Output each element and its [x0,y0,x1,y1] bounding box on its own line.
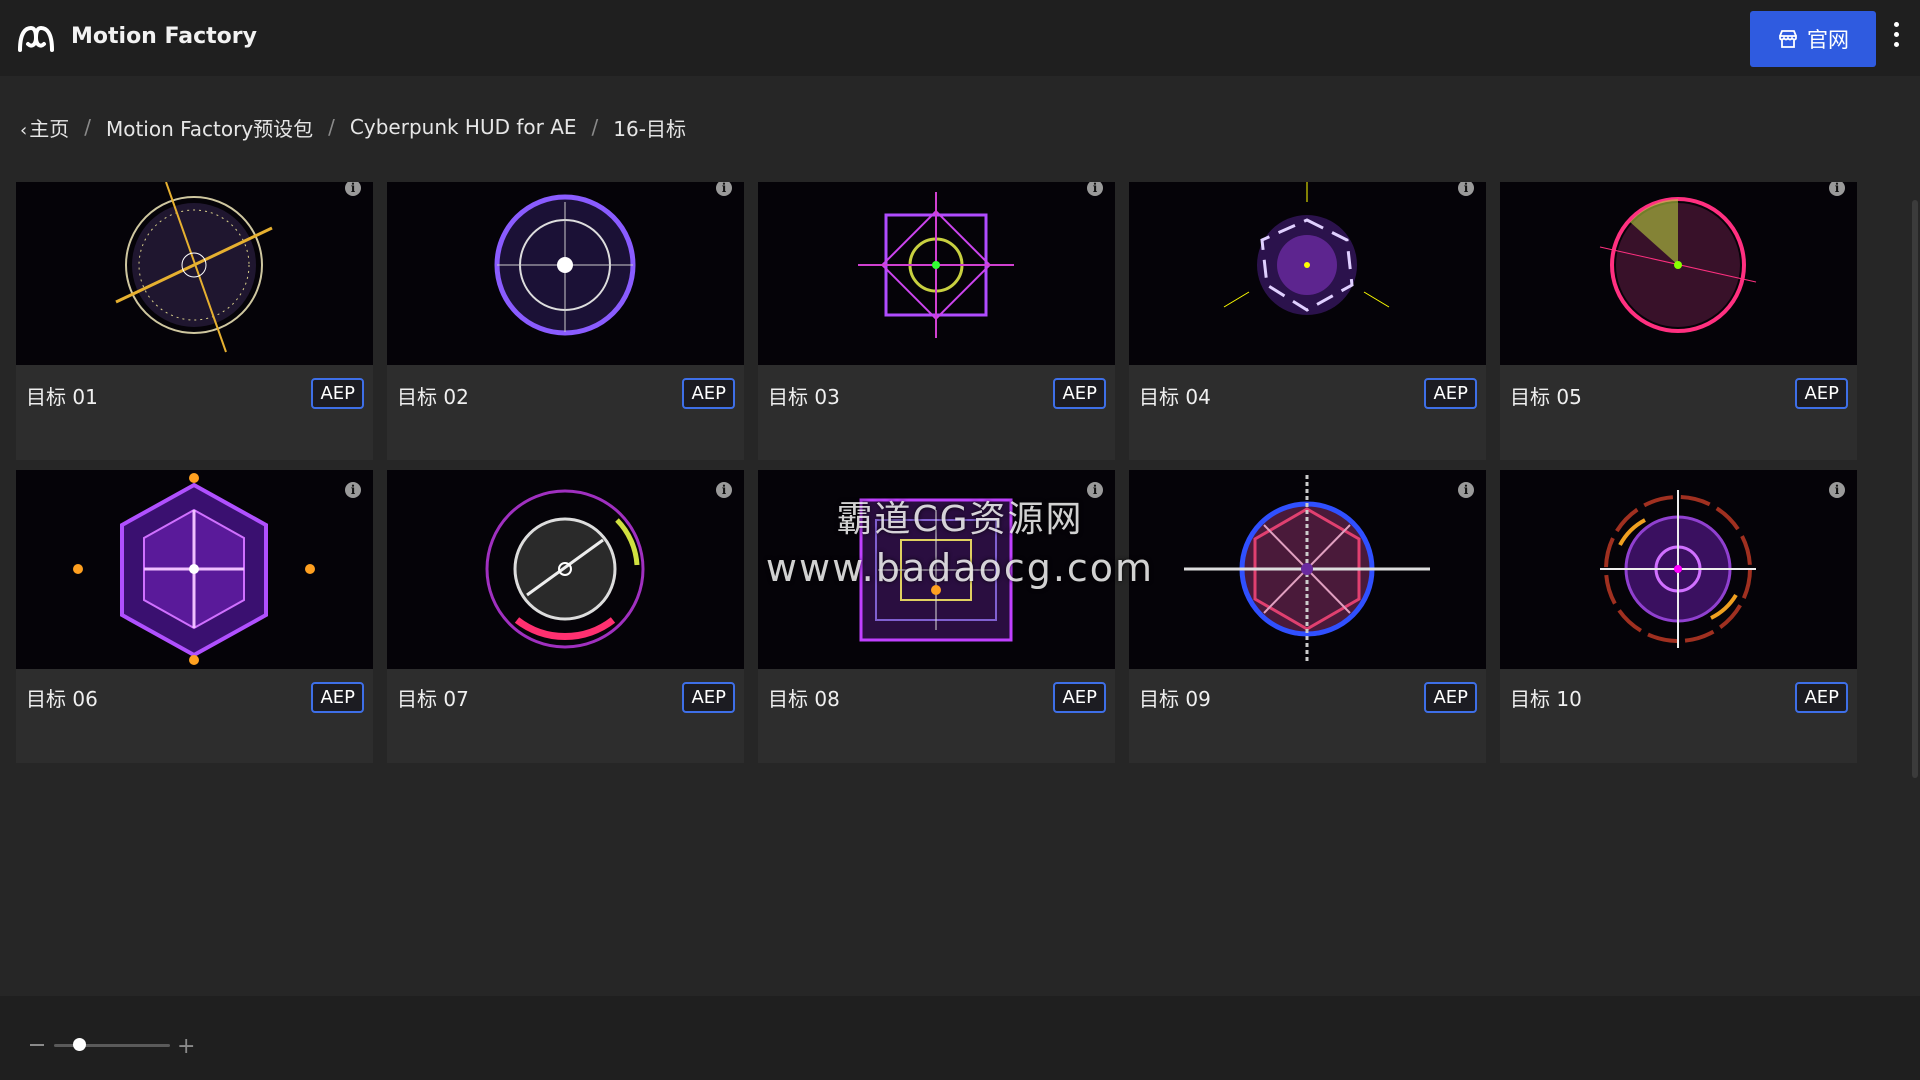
format-badge: AEP [682,378,735,409]
asset-title: 目标 09 [1139,687,1211,711]
breadcrumb: ‹ 主页 / Motion Factory预设包 / Cyberpunk HUD … [20,111,686,143]
asset-card[interactable]: i 目标 10 AEP [1500,470,1857,763]
asset-title: 目标 01 [26,385,98,409]
info-icon[interactable]: i [345,482,361,498]
breadcrumb-preset-pack[interactable]: Motion Factory预设包 [106,113,313,142]
motion-factory-logo[interactable] [16,20,56,56]
format-badge: AEP [682,682,735,713]
chevron-left-icon: ‹ [20,119,28,141]
official-site-button[interactable]: 官网 [1750,11,1876,67]
top-bar: Motion Factory 官网 [0,0,1920,76]
breadcrumb-home[interactable]: ‹ 主页 [20,113,69,142]
info-icon[interactable]: i [716,482,732,498]
bottom-bar: + [0,996,1920,1080]
breadcrumb-separator: / [591,115,599,139]
zoom-in-icon[interactable]: + [177,1034,195,1059]
asset-title: 目标 08 [768,687,840,711]
asset-thumbnail: i [1129,470,1486,669]
breadcrumb-separator: / [84,115,91,139]
asset-card[interactable]: i 目标 02 AEP [387,182,744,460]
info-icon[interactable]: i [1458,482,1474,498]
format-badge: AEP [1424,378,1477,409]
asset-title: 目标 06 [26,687,98,711]
store-icon [1779,30,1797,48]
asset-thumbnail: i [16,470,373,669]
asset-card[interactable]: i 目标 08 AEP [758,470,1115,763]
asset-thumbnail: i [1500,182,1857,365]
asset-title: 目标 03 [768,385,840,409]
asset-thumbnail: i [16,182,373,365]
asset-title: 目标 05 [1510,385,1582,409]
format-badge: AEP [1053,378,1106,409]
asset-title: 目标 04 [1139,385,1211,409]
asset-title: 目标 10 [1510,687,1582,711]
asset-title: 目标 02 [397,385,469,409]
asset-title: 目标 07 [397,687,469,711]
asset-thumbnail: i [387,470,744,669]
breadcrumb-separator: / [328,115,335,139]
asset-thumbnail: i [387,182,744,365]
format-badge: AEP [311,682,364,713]
asset-thumbnail: i [1129,182,1486,365]
breadcrumb-current: 16-目标 [613,116,686,141]
asset-thumbnail: i [1500,470,1857,669]
format-badge: AEP [1795,682,1848,713]
format-badge: AEP [1424,682,1477,713]
zoom-slider[interactable] [54,1044,170,1047]
format-badge: AEP [311,378,364,409]
breadcrumb-cyberpunk-hud[interactable]: Cyberpunk HUD for AE [350,115,577,139]
asset-card[interactable]: i 目标 07 AEP [387,470,744,763]
asset-card[interactable]: i 目标 09 AEP [1129,470,1486,763]
vertical-scrollbar[interactable] [1912,200,1918,778]
more-menu-icon[interactable] [1888,22,1904,56]
zoom-out-icon[interactable] [30,1044,44,1046]
info-icon[interactable]: i [1829,482,1845,498]
zoom-slider-handle[interactable] [73,1038,86,1051]
asset-card[interactable]: i 目标 05 AEP [1500,182,1857,460]
format-badge: AEP [1053,682,1106,713]
asset-card[interactable]: i 目标 03 AEP [758,182,1115,460]
asset-thumbnail: i [758,182,1115,365]
info-icon[interactable]: i [1087,482,1103,498]
asset-card[interactable]: i 目标 01 AEP [16,182,373,460]
format-badge: AEP [1795,378,1848,409]
app-name: Motion Factory [71,24,257,49]
official-site-label: 官网 [1807,28,1849,52]
asset-card[interactable]: i 目标 06 AEP [16,470,373,763]
asset-grid: i 目标 01 AEP i 目标 02 AEP i 目标 03 AEP i 目标… [16,182,1857,763]
asset-thumbnail: i [758,470,1115,669]
asset-card[interactable]: i 目标 04 AEP [1129,182,1486,460]
